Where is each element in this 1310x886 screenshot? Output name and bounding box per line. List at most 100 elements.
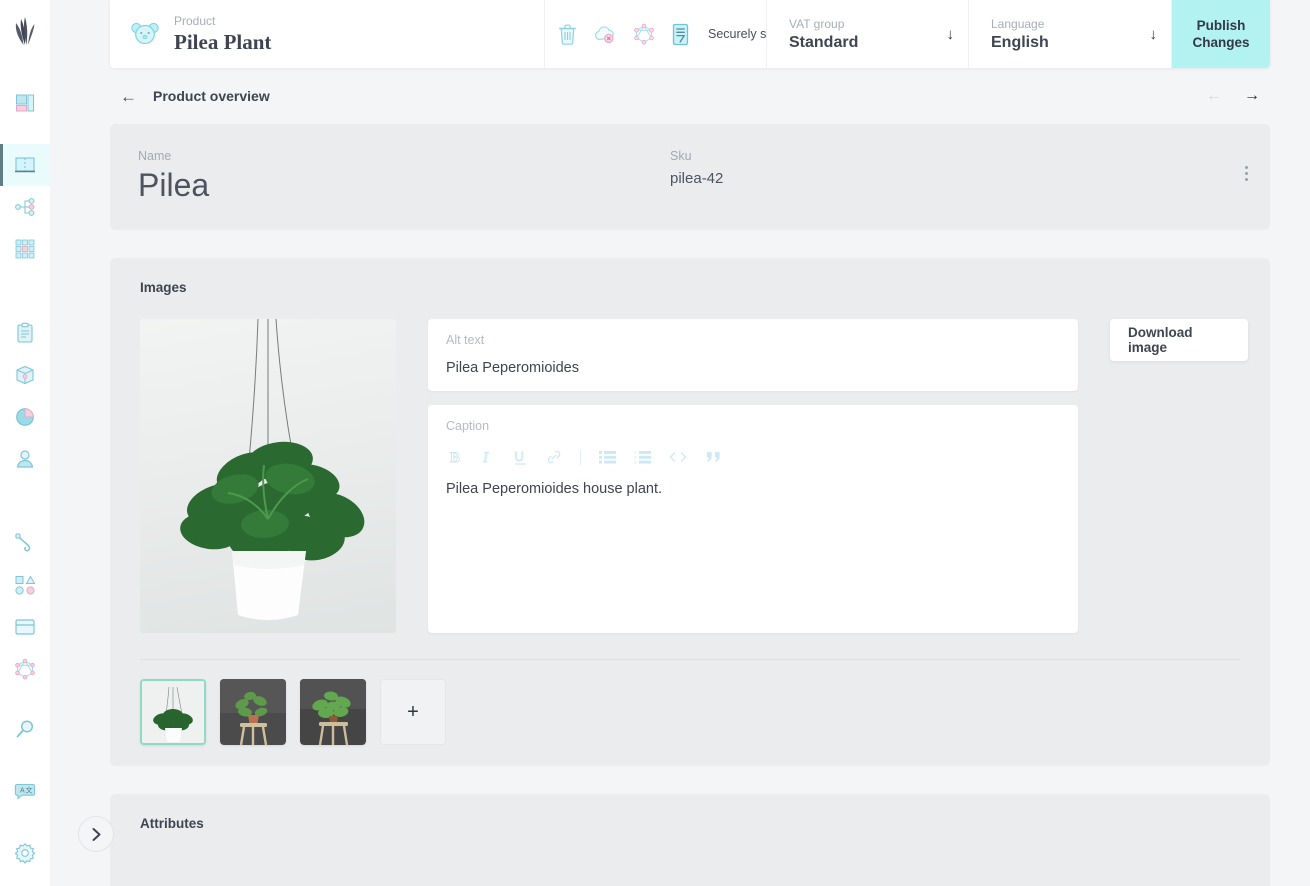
graphql-icon xyxy=(634,23,654,45)
grid-icon xyxy=(15,239,35,259)
bold-icon: B xyxy=(450,450,461,465)
translate-icon: A 文 xyxy=(14,783,36,800)
images-card: Images Alt text Pilea Peperomioides Capt… xyxy=(110,258,1270,766)
leaf-logo-icon xyxy=(15,17,35,45)
svg-text:A: A xyxy=(20,788,25,795)
add-image-button[interactable]: + xyxy=(380,679,446,745)
svg-text:3: 3 xyxy=(634,460,637,464)
alt-text-input[interactable]: Alt text Pilea Peperomioides xyxy=(428,319,1078,391)
caption-input[interactable]: Caption B I U 1 2 3 Pilea Peperomioides … xyxy=(428,405,1078,633)
name-value: Pilea xyxy=(138,167,210,203)
images-section-title: Images xyxy=(140,280,187,295)
toolbar-actions: Securely saved xyxy=(545,0,793,68)
rich-text-toolbar: B I U 1 2 3 xyxy=(446,441,1060,473)
sidebar-item-payments[interactable] xyxy=(0,606,50,648)
thumbnail-2[interactable] xyxy=(220,679,286,745)
sidebar-item-search[interactable] xyxy=(0,708,50,750)
caption-label: Caption xyxy=(446,419,490,433)
chevron-down-icon: ↓ xyxy=(1149,25,1158,43)
download-column: Download image xyxy=(1110,319,1248,633)
main-content: ← Product overview ← → Name Pilea Sku pi… xyxy=(78,68,1270,886)
dashboard-icon xyxy=(16,94,34,112)
bullet-list-button[interactable] xyxy=(599,450,616,464)
italic-button[interactable]: I xyxy=(481,449,495,465)
card-icon xyxy=(15,619,35,635)
sidebar-item-api[interactable] xyxy=(0,648,50,690)
sidebar-item-inventory[interactable] xyxy=(0,354,50,396)
sidebar-item-orders[interactable] xyxy=(0,312,50,354)
next-record-button[interactable]: → xyxy=(1244,88,1260,104)
publish-changes-button[interactable]: Publish Changes xyxy=(1172,0,1270,68)
api-button[interactable] xyxy=(633,23,655,45)
svg-text:U: U xyxy=(515,449,524,464)
alt-text-label: Alt text xyxy=(446,333,485,347)
sidebar-item-settings[interactable] xyxy=(0,832,50,874)
sidebar-item-dashboard[interactable] xyxy=(0,82,50,124)
sidebar-expand-button[interactable] xyxy=(78,816,114,852)
bullet-list-icon xyxy=(599,451,616,464)
sidebar-item-translate[interactable]: A 文 xyxy=(0,770,50,812)
product-kicker: Product xyxy=(174,14,216,28)
koala-avatar-icon xyxy=(131,22,159,45)
language-value: English xyxy=(991,33,1049,51)
toolbar-divider xyxy=(580,449,581,465)
thumbnail-1[interactable] xyxy=(140,679,206,745)
code-icon xyxy=(669,452,687,462)
document-button[interactable] xyxy=(671,23,690,46)
hero-image-artwork xyxy=(140,319,396,633)
kebab-menu-icon[interactable] xyxy=(1245,166,1248,181)
thumbnail-divider xyxy=(140,659,1240,660)
code-button[interactable] xyxy=(669,451,687,463)
link-icon xyxy=(547,450,561,464)
vat-group-select[interactable]: VAT group Standard ↓ xyxy=(767,0,969,68)
link-button[interactable] xyxy=(546,449,562,465)
hook-icon xyxy=(15,533,31,552)
publish-line-1: Publish xyxy=(1196,18,1246,33)
sidebar-item-customers[interactable] xyxy=(0,438,50,480)
chevron-down-icon: ↓ xyxy=(946,25,955,43)
download-image-button[interactable]: Download image xyxy=(1110,319,1248,361)
app-logo[interactable] xyxy=(0,0,50,62)
cloud-remove-icon xyxy=(595,26,614,44)
language-label: Language xyxy=(991,16,1045,31)
sku-field[interactable]: Sku pilea-42 xyxy=(670,124,723,190)
gear-icon xyxy=(14,842,36,864)
attributes-section-title: Attributes xyxy=(140,816,204,831)
name-field[interactable]: Name Pilea xyxy=(110,124,670,206)
svg-text:I: I xyxy=(482,450,489,465)
delete-button[interactable] xyxy=(558,23,577,45)
caption-value: Pilea Peperomioides house plant. xyxy=(446,481,663,497)
underline-button[interactable]: U xyxy=(513,449,528,466)
attributes-card: Attributes xyxy=(110,794,1270,886)
back-button[interactable]: ← xyxy=(120,88,137,105)
svg-text:B: B xyxy=(450,450,460,465)
quote-button[interactable] xyxy=(705,450,722,464)
italic-icon: I xyxy=(482,450,490,465)
sidebar-item-webhooks[interactable] xyxy=(0,522,50,564)
sku-label: Sku xyxy=(670,149,692,163)
svg-text:文: 文 xyxy=(26,786,33,795)
thumbnail-strip: + xyxy=(140,679,1248,745)
ordered-list-icon: 123 xyxy=(634,450,651,464)
previous-record-button[interactable]: ← xyxy=(1206,88,1222,104)
language-select[interactable]: Language English ↓ xyxy=(969,0,1172,68)
unpublish-button[interactable] xyxy=(593,24,617,44)
alt-text-value: Pilea Peperomioides xyxy=(446,360,579,376)
image-meta-editor: Alt text Pilea Peperomioides Caption B I… xyxy=(428,319,1078,633)
pie-chart-icon xyxy=(16,408,34,426)
catalogue-icon xyxy=(15,157,35,173)
ordered-list-button[interactable]: 123 xyxy=(634,450,651,464)
sidebar-item-relations[interactable] xyxy=(0,186,50,228)
product-title: Pilea Plant xyxy=(174,30,272,54)
thumbnail-3[interactable] xyxy=(300,679,366,745)
bold-button[interactable]: B xyxy=(448,449,463,465)
vat-group-value: Standard xyxy=(789,33,859,51)
search-icon xyxy=(16,720,34,738)
sidebar-item-analytics[interactable] xyxy=(0,396,50,438)
hero-image[interactable] xyxy=(140,319,396,633)
sidebar-item-shapes[interactable] xyxy=(0,564,50,606)
name-label: Name xyxy=(138,149,172,163)
sidebar: A 文 xyxy=(0,0,50,886)
sidebar-item-grid[interactable] xyxy=(0,228,50,270)
sidebar-item-catalogue[interactable] xyxy=(0,144,50,186)
